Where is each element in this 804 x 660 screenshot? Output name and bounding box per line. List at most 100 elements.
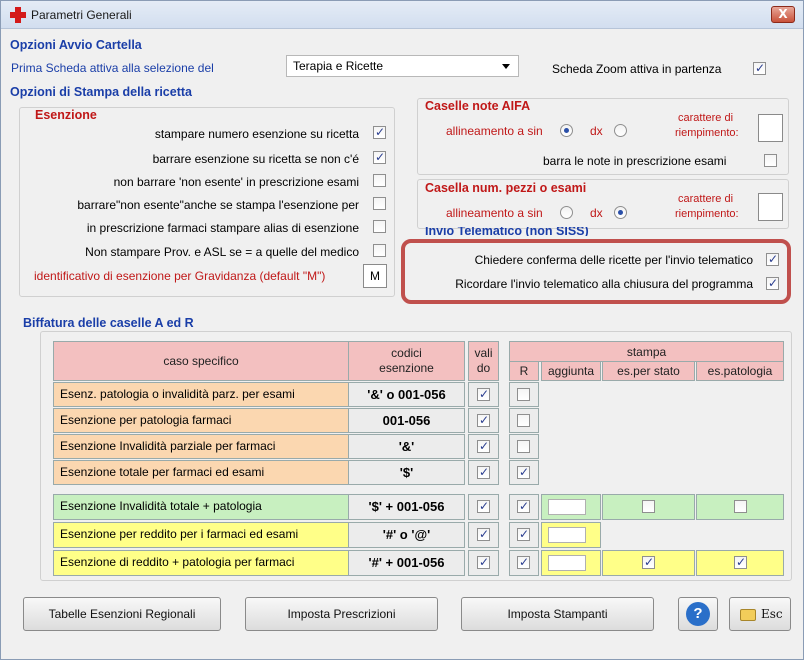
- imposta-stampanti-button[interactable]: Imposta Stampanti: [461, 597, 654, 631]
- table-row: Esenzione totale per farmaci ed esami: [53, 460, 349, 485]
- row-valido-checkbox[interactable]: [477, 387, 490, 401]
- row-r-checkbox[interactable]: [517, 465, 530, 479]
- esc-button[interactable]: Esc: [729, 597, 791, 631]
- pezzi-sin-radio[interactable]: [560, 206, 573, 219]
- row-r-checkbox[interactable]: [517, 527, 530, 541]
- pezzi-allineamento-label: allineamento a sin: [446, 206, 543, 220]
- option-alias-checkbox[interactable]: [373, 220, 386, 233]
- table-row: Esenzione per patologia farmaci: [53, 408, 349, 433]
- zoom-label: Scheda Zoom attiva in partenza: [552, 62, 722, 76]
- aifa-barra-label: barra le note in prescrizione esami: [543, 154, 727, 168]
- row-caso: Esenzione Invalidità parziale per farmac…: [60, 439, 276, 453]
- row-es-patologia-checkbox[interactable]: [734, 555, 747, 569]
- option-non-barrare-checkbox[interactable]: [373, 174, 386, 187]
- avvio-heading: Opzioni Avvio Cartella: [10, 38, 142, 52]
- row-es-patologia-checkbox[interactable]: [734, 500, 747, 513]
- pezzi-dx-radio[interactable]: [614, 206, 627, 219]
- row-aggiunta-input[interactable]: [548, 555, 586, 571]
- row-codici-cell: 001-056: [348, 408, 465, 433]
- aifa-allineamento-label: allineamento a sin: [446, 124, 543, 138]
- folder-icon: [740, 609, 756, 621]
- row-caso: Esenzione per reddito per i farmaci ed e…: [60, 527, 299, 541]
- option-barrare-esenzione-checkbox[interactable]: [373, 150, 386, 164]
- row-r-checkbox[interactable]: [517, 440, 530, 453]
- row-valido-cell: [468, 382, 499, 407]
- gravidanza-input[interactable]: M: [363, 264, 387, 288]
- row-es-patologia-cell: [696, 494, 784, 520]
- header-caso: caso specifico: [53, 341, 349, 381]
- help-button[interactable]: ?: [678, 597, 718, 631]
- row-r-checkbox[interactable]: [517, 414, 530, 427]
- pezzi-heading: Casella num. pezzi o esami: [425, 181, 587, 195]
- aifa-dx-radio[interactable]: [614, 124, 627, 137]
- zoom-checkbox[interactable]: [753, 61, 766, 75]
- row-valido-checkbox[interactable]: [477, 555, 490, 569]
- row-r-checkbox[interactable]: [517, 388, 530, 401]
- row-valido-checkbox[interactable]: [477, 413, 490, 427]
- row-r-cell: [509, 382, 539, 407]
- parametri-window: Parametri Generali X Opzioni Avvio Carte…: [0, 0, 804, 660]
- header-r-label: R: [519, 364, 529, 378]
- row-valido-cell: [468, 550, 499, 576]
- aifa-heading: Caselle note AIFA: [425, 99, 531, 113]
- table-row: Esenzione Invalidità parziale per farmac…: [53, 434, 349, 459]
- header-es-stato: es.per stato: [602, 361, 695, 381]
- row-codici-cell: '&': [348, 434, 465, 459]
- row-r-cell: [509, 408, 539, 433]
- row-aggiunta-cell: [541, 550, 601, 576]
- row-codici-cell: '#' o '@': [348, 522, 465, 548]
- row-aggiunta-input[interactable]: [548, 499, 586, 515]
- option-barrare-non-esente-checkbox[interactable]: [373, 197, 386, 210]
- row-aggiunta-cell: [541, 522, 601, 548]
- row-codici: '$' + 001-056: [368, 499, 445, 514]
- aifa-carattere-input[interactable]: [758, 114, 783, 142]
- option-label: in prescrizione farmaci stampare alias d…: [86, 221, 359, 235]
- row-codici: '$': [399, 465, 414, 480]
- row-valido-checkbox[interactable]: [477, 527, 490, 541]
- aifa-barra-checkbox[interactable]: [764, 154, 777, 167]
- row-r-cell: [509, 494, 539, 520]
- row-codici-cell: '$' + 001-056: [348, 494, 465, 520]
- tabelle-esenzioni-button[interactable]: Tabelle Esenzioni Regionali: [23, 597, 221, 631]
- pezzi-dx-label: dx: [590, 206, 603, 220]
- row-codici-cell: '$': [348, 460, 465, 485]
- row-codici-cell: '&' o 001-056: [348, 382, 465, 407]
- window-title: Parametri Generali: [31, 8, 132, 22]
- row-es-stato-cell: [602, 550, 695, 576]
- row-codici: '#' o '@': [382, 527, 431, 542]
- close-button[interactable]: X: [771, 6, 795, 23]
- chevron-down-icon: [502, 64, 510, 69]
- row-valido-checkbox[interactable]: [477, 499, 490, 513]
- option-label: stampare numero esenzione su ricetta: [154, 127, 359, 141]
- option-label: barrare"non esente"anche se stampa l'ese…: [77, 198, 359, 212]
- gravidanza-value: M: [370, 269, 380, 283]
- row-valido-cell: [468, 434, 499, 459]
- table-row: Esenz. patologia o invalidità parz. per …: [53, 382, 349, 407]
- row-codici: 001-056: [382, 413, 431, 428]
- row-caso: Esenzione di reddito + patologia per far…: [60, 555, 295, 569]
- row-aggiunta-input[interactable]: [548, 527, 586, 543]
- row-caso: Esenzione totale per farmaci ed esami: [60, 465, 265, 479]
- option-prov-asl-checkbox[interactable]: [373, 244, 386, 257]
- esc-label: Esc: [761, 607, 783, 621]
- imposta-prescrizioni-button[interactable]: Imposta Prescrizioni: [245, 597, 438, 631]
- header-valido-label-1: vali: [474, 346, 493, 360]
- prima-scheda-label: Prima Scheda attiva alla selezione del: [11, 61, 214, 75]
- row-valido-cell: [468, 408, 499, 433]
- row-r-checkbox[interactable]: [517, 499, 530, 513]
- header-aggiunta-label: aggiunta: [547, 364, 595, 378]
- aifa-sin-radio[interactable]: [560, 124, 573, 137]
- pezzi-carattere-input[interactable]: [758, 193, 783, 221]
- option-stampare-numero-checkbox[interactable]: [373, 125, 386, 139]
- title-bar[interactable]: Parametri Generali X: [1, 1, 803, 29]
- row-es-stato-cell: [602, 494, 695, 520]
- telematico-heading: Invio Telematico (non SISS): [425, 227, 589, 236]
- row-valido-checkbox[interactable]: [477, 439, 490, 453]
- row-r-checkbox[interactable]: [517, 555, 530, 569]
- row-es-stato-checkbox[interactable]: [642, 555, 655, 569]
- row-caso: Esenzione per patologia farmaci: [60, 413, 232, 427]
- prima-scheda-select[interactable]: Terapia e Ricette: [286, 55, 519, 77]
- aifa-dx-label: dx: [590, 124, 603, 138]
- row-valido-checkbox[interactable]: [477, 465, 490, 479]
- row-es-stato-checkbox[interactable]: [642, 500, 655, 513]
